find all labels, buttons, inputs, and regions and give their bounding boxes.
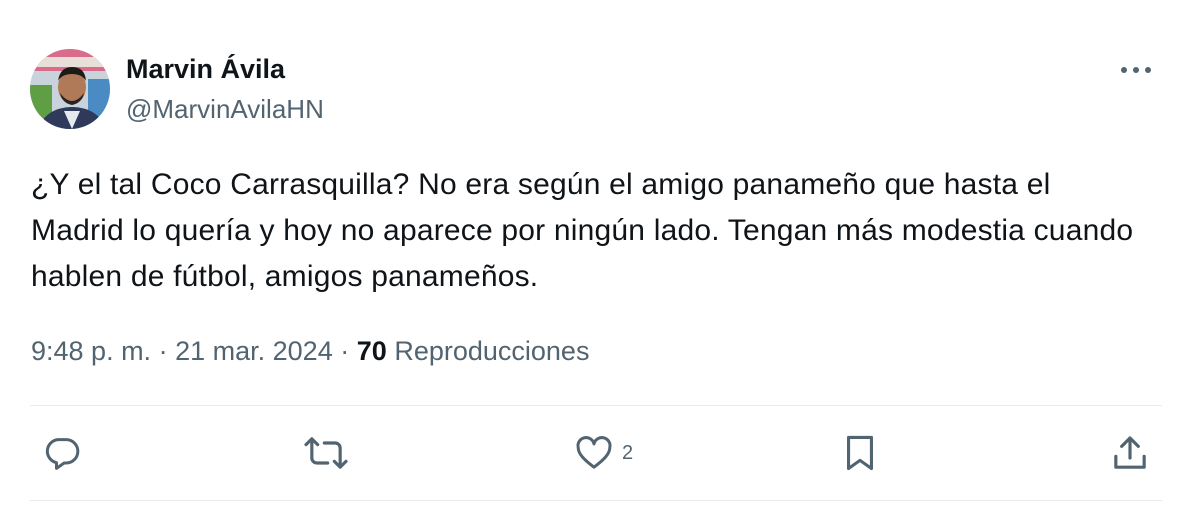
tweet-date[interactable]: 21 mar. 2024	[175, 336, 333, 366]
meta-separator: ·	[340, 336, 350, 366]
views-count: 70	[356, 336, 387, 366]
tweet-time[interactable]: 9:48 p. m.	[31, 336, 151, 366]
views-label: Reproducciones	[394, 336, 590, 366]
retweet-icon	[304, 437, 348, 469]
share-button[interactable]	[1110, 433, 1150, 473]
avatar-photo	[30, 49, 110, 129]
retweet-button[interactable]	[304, 433, 348, 473]
heart-icon	[576, 436, 612, 469]
divider	[30, 500, 1162, 501]
bookmark-icon	[846, 435, 874, 471]
avatar[interactable]	[30, 49, 110, 129]
tweet-text: ¿Y el tal Coco Carrasquilla? No era segú…	[31, 168, 1134, 293]
tweet-meta: 9:48 p. m. · 21 mar. 2024 · 70 Reproducc…	[31, 336, 589, 367]
tweet-card: Marvin Ávila @MarvinAvilaHN ¿Y el tal Co…	[0, 0, 1200, 524]
author-display-name[interactable]: Marvin Ávila	[126, 54, 285, 85]
share-icon	[1114, 436, 1146, 469]
author-handle[interactable]: @MarvinAvilaHN	[126, 94, 324, 125]
more-options-button[interactable]	[1118, 58, 1154, 82]
reply-icon	[45, 438, 80, 470]
bookmark-button[interactable]	[842, 433, 878, 473]
meta-separator: ·	[158, 336, 168, 366]
reply-button[interactable]	[42, 433, 82, 473]
divider	[30, 405, 1162, 406]
like-button[interactable]: 2	[574, 433, 633, 473]
like-count: 2	[622, 441, 634, 464]
more-horizontal-icon	[1121, 67, 1151, 73]
